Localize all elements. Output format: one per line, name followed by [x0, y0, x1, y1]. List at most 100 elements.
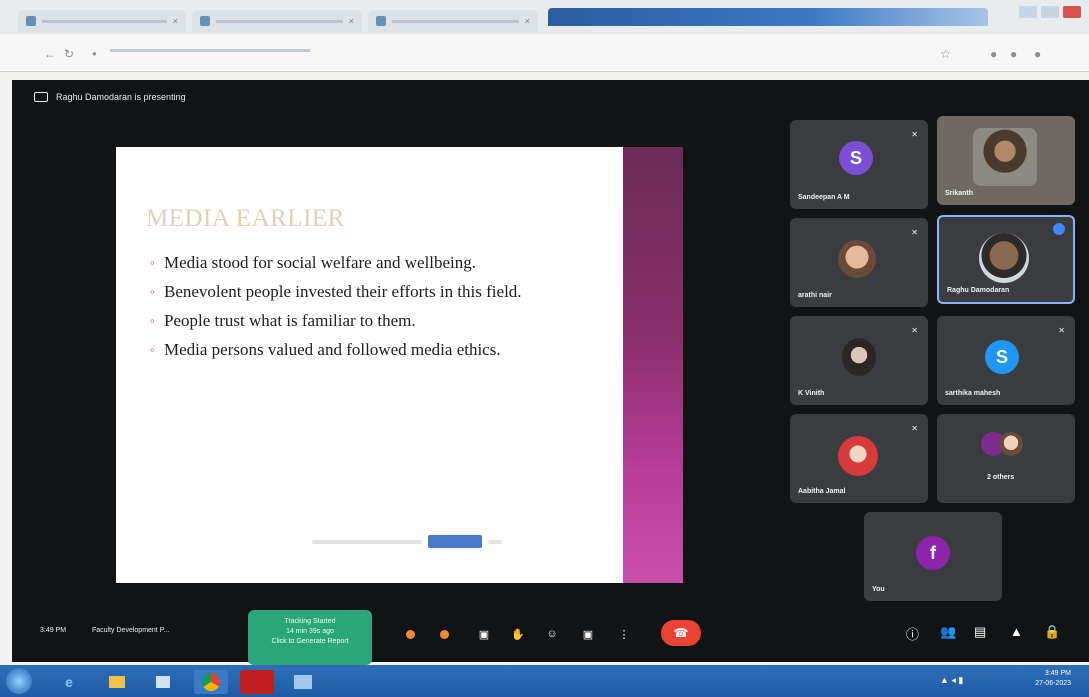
participant-avatar: [979, 233, 1029, 283]
participant-tile[interactable]: ✕ arathi nair: [790, 218, 928, 307]
participant-avatar: S: [839, 141, 873, 175]
presenting-text: Raghu Damodaran is presenting: [56, 92, 186, 102]
participant-tile-active[interactable]: Raghu Damodaran: [937, 215, 1075, 304]
tab-favicon-icon: [200, 16, 210, 26]
camera-icon: [439, 629, 449, 639]
browser-tab[interactable]: ×: [18, 10, 186, 32]
participant-avatar: S: [985, 340, 1019, 374]
participant-avatar: [842, 338, 876, 376]
profile-icon[interactable]: ●: [1034, 47, 1041, 61]
tray-date: 27-06-2023: [1035, 680, 1071, 687]
window-controls: [1019, 6, 1081, 18]
presenting-indicator: Raghu Damodaran is presenting: [34, 92, 186, 102]
end-call-button[interactable]: ☎: [661, 620, 701, 646]
lock-icon: ●: [92, 49, 97, 58]
back-icon[interactable]: ←: [44, 47, 56, 61]
camera-toggle-button[interactable]: [430, 620, 458, 648]
participant-name: Raghu Damodaran: [947, 287, 1010, 294]
extension-icon[interactable]: ●: [1010, 47, 1017, 61]
ie-icon[interactable]: e: [52, 670, 86, 694]
reload-icon[interactable]: ↻: [64, 47, 74, 61]
raise-hand-button[interactable]: ✋: [504, 620, 532, 648]
chrome-icon: [202, 673, 220, 691]
bookmark-icon[interactable]: ☆: [940, 47, 951, 61]
browser-tab[interactable]: ×: [368, 10, 538, 32]
participant-avatar: [838, 436, 878, 476]
slide-bullet: Media stood for social welfare and wellb…: [150, 251, 610, 274]
participant-name: Sandeepan A M: [798, 194, 850, 201]
active-tab[interactable]: [548, 8, 988, 26]
participant-tile[interactable]: Srikanth: [937, 116, 1075, 205]
activities-icon[interactable]: ▲: [1010, 624, 1023, 639]
browser-tab[interactable]: ×: [192, 10, 362, 32]
tab-favicon-icon: [26, 16, 36, 26]
tracking-status: Tracking Started: [284, 618, 336, 625]
close-icon[interactable]: ×: [173, 16, 178, 26]
window-icon: [294, 675, 312, 689]
media-player-icon: [156, 676, 170, 688]
speaking-icon: [1053, 223, 1065, 235]
participant-tile-self[interactable]: f You: [864, 512, 1002, 601]
slide-bullets: Media stood for social welfare and wellb…: [150, 251, 610, 367]
participant-name: Aabitha Jamal: [798, 488, 846, 495]
participant-tile[interactable]: ✕ Aabitha Jamal: [790, 414, 928, 503]
folder-icon: [109, 676, 125, 688]
tracking-popup[interactable]: Tracking Started 14 min 39s ago Click to…: [248, 610, 372, 665]
participant-avatar: f: [916, 536, 950, 570]
participant-name: sarthika mahesh: [945, 390, 1001, 397]
more-vert-icon: ⋮: [618, 628, 630, 641]
generate-report-link[interactable]: Click to Generate Report: [248, 637, 372, 647]
participant-name: K Vinith: [798, 390, 825, 397]
people-icon[interactable]: 👥: [940, 624, 956, 640]
maximize-icon[interactable]: [1041, 6, 1059, 18]
present-screen-icon: [34, 92, 48, 102]
close-icon[interactable]: ×: [349, 16, 354, 26]
stop-sharing-button[interactable]: [428, 535, 482, 548]
url-field[interactable]: [110, 46, 350, 60]
reactions-button[interactable]: ☺: [538, 620, 566, 648]
slide-title: MEDIA EARLIER: [146, 205, 345, 232]
mic-off-icon: ✕: [1058, 326, 1065, 335]
tracking-duration: 14 min 39s ago: [286, 628, 334, 635]
present-button[interactable]: ▣: [574, 620, 602, 648]
tray-clock[interactable]: 3:49 PM 27-06-2023: [1035, 669, 1071, 689]
more-options-button[interactable]: ⋮: [610, 620, 638, 648]
mic-off-icon: ✕: [911, 228, 918, 237]
chrome-taskbar-button[interactable]: [194, 670, 228, 694]
address-bar: ← ↻ ● ☆ ● ● ●: [0, 34, 1089, 72]
extension-icon[interactable]: ●: [990, 47, 997, 61]
pdf-reader-icon[interactable]: [240, 670, 274, 694]
meeting-title[interactable]: Faculty Development P...: [92, 627, 169, 634]
slide-bullet: People trust what is familiar to them.: [150, 309, 610, 332]
emoji-icon: ☺: [546, 628, 558, 640]
participant-avatar: [999, 432, 1023, 456]
sharing-banner-text: [312, 539, 422, 544]
host-controls-icon[interactable]: 🔒: [1044, 624, 1060, 640]
mic-icon: [405, 629, 415, 639]
info-icon[interactable]: ⓘ: [906, 624, 919, 643]
media-icon[interactable]: [146, 670, 180, 694]
participant-tile[interactable]: S ✕ sarthika mahesh: [937, 316, 1075, 405]
app-icon[interactable]: [286, 670, 320, 694]
start-button[interactable]: [6, 668, 32, 694]
participant-tile[interactable]: S ✕ Sandeepan A M: [790, 120, 928, 209]
participant-name: 2 others: [987, 474, 1015, 481]
captions-button[interactable]: ▣: [470, 620, 498, 648]
hand-icon: ✋: [511, 628, 525, 641]
participant-name: arathi nair: [798, 292, 832, 299]
shared-slide: MEDIA EARLIER Media stood for social wel…: [116, 147, 683, 583]
mic-off-icon: ✕: [911, 130, 918, 139]
sharing-banner: [312, 535, 502, 548]
slide-bullet: Benevolent people invested their efforts…: [150, 280, 610, 303]
chat-icon[interactable]: ▤: [974, 624, 986, 640]
minimize-icon[interactable]: [1019, 6, 1037, 18]
mic-off-icon: ✕: [911, 424, 918, 433]
close-icon[interactable]: ×: [525, 16, 530, 26]
tray-icons[interactable]: ▲ ◂ ▮: [940, 675, 963, 686]
participant-tile[interactable]: 2 others: [937, 414, 1075, 503]
explorer-icon[interactable]: [100, 670, 134, 694]
tab-favicon-icon: [376, 16, 386, 26]
participant-tile[interactable]: ✕ K Vinith: [790, 316, 928, 405]
mic-toggle-button[interactable]: [396, 620, 424, 648]
close-window-icon[interactable]: [1063, 6, 1081, 18]
